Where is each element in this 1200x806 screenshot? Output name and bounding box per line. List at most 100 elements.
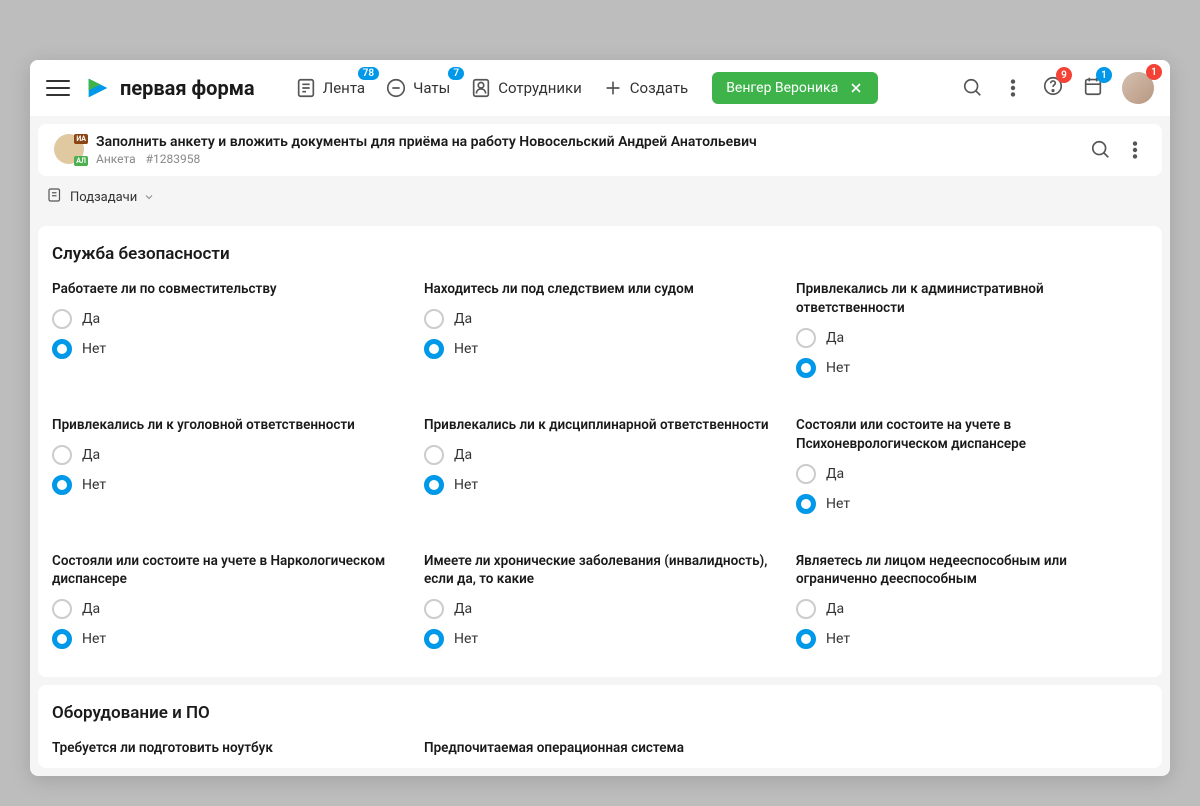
logo-text: первая форма	[120, 76, 255, 100]
questions-grid: Работаете ли по совместительству Да Нет …	[52, 280, 1148, 659]
subtasks-bar[interactable]: Подзадачи	[30, 176, 1170, 218]
nav-feed[interactable]: Лента 78	[295, 77, 365, 99]
radio-no-label: Нет	[454, 477, 478, 493]
radio-no[interactable]: Нет	[796, 629, 1148, 649]
radio-icon	[424, 309, 444, 329]
task-actions	[1090, 139, 1146, 161]
avatar-button[interactable]: 1	[1122, 72, 1154, 104]
logo-icon	[84, 74, 112, 102]
radio-yes[interactable]: Да	[52, 445, 404, 465]
question: Состояли или состоите на учете в Нарколо…	[52, 552, 404, 660]
nav-chats[interactable]: Чаты 7	[385, 77, 450, 99]
radio-no-label: Нет	[826, 496, 850, 512]
nav-create[interactable]: Создать	[602, 77, 688, 99]
nav-employees-label: Сотрудники	[498, 79, 582, 97]
radio-no-label: Нет	[82, 341, 106, 357]
question: Привлекались ли к дисциплинарной ответст…	[424, 416, 776, 524]
radio-yes[interactable]: Да	[796, 599, 1148, 619]
nav-chats-label: Чаты	[413, 79, 450, 97]
radio-icon	[52, 599, 72, 619]
radio-icon	[424, 445, 444, 465]
radio-yes-label: Да	[454, 601, 472, 617]
radio-icon	[52, 309, 72, 329]
search-icon[interactable]	[1090, 139, 1112, 161]
radio-yes-label: Да	[82, 447, 100, 463]
question: Предпочитаемая операционная система	[424, 739, 776, 768]
question: Имеете ли хронические заболевания (инвал…	[424, 552, 776, 660]
question-label: Требуется ли подготовить ноутбук	[52, 739, 404, 758]
radio-yes[interactable]: Да	[796, 464, 1148, 484]
more-icon[interactable]	[1124, 139, 1146, 161]
radio-no[interactable]: Нет	[796, 358, 1148, 378]
close-icon[interactable]	[848, 80, 864, 96]
questions-grid-2: Требуется ли подготовить ноутбук Предпочи…	[52, 739, 1148, 768]
nav-create-label: Создать	[630, 79, 688, 97]
subtasks-icon	[46, 186, 64, 204]
question-label: Предпочитаемая операционная система	[424, 739, 776, 758]
question: Состояли или состоите на учете в Психоне…	[796, 416, 1148, 524]
section-equipment-title: Оборудование и ПО	[52, 703, 1148, 723]
task-header: ИА АЛ Заполнить анкету и вложить докумен…	[38, 124, 1162, 176]
radio-icon	[52, 475, 72, 495]
radio-yes-label: Да	[82, 311, 100, 327]
task-avatars: ИА АЛ	[54, 134, 86, 166]
radio-no[interactable]: Нет	[52, 475, 404, 495]
radio-yes[interactable]: Да	[424, 599, 776, 619]
calendar-badge: 1	[1096, 67, 1112, 83]
question: Привлекались ли к административной ответ…	[796, 280, 1148, 388]
radio-no-label: Нет	[82, 631, 106, 647]
app-window: первая форма Лента 78 Чаты 7 Сотрудники …	[30, 60, 1170, 776]
question: Привлекались ли к уголовной ответственно…	[52, 416, 404, 524]
nav-feed-label: Лента	[323, 79, 365, 97]
search-icon[interactable]	[962, 77, 984, 99]
radio-no-label: Нет	[826, 631, 850, 647]
user-chip[interactable]: Венгер Вероника	[712, 72, 878, 104]
logo[interactable]: первая форма	[84, 74, 255, 102]
question-label: Состояли или состоите на учете в Нарколо…	[52, 552, 404, 590]
radio-icon	[52, 629, 72, 649]
radio-yes[interactable]: Да	[52, 309, 404, 329]
radio-no[interactable]: Нет	[52, 339, 404, 359]
nav: Лента 78 Чаты 7 Сотрудники Создать	[295, 77, 689, 99]
radio-no[interactable]: Нет	[424, 475, 776, 495]
document-icon	[295, 77, 317, 99]
plus-icon	[602, 77, 624, 99]
help-badge: 9	[1056, 67, 1072, 83]
menu-button[interactable]	[46, 76, 70, 100]
radio-yes[interactable]: Да	[424, 445, 776, 465]
radio-no[interactable]: Нет	[424, 629, 776, 649]
task-tag-1: ИА	[74, 134, 88, 144]
radio-yes[interactable]: Да	[796, 328, 1148, 348]
subtasks-icon-wrap	[46, 186, 64, 208]
question-label: Находитесь ли под следствием или судом	[424, 280, 776, 299]
radio-icon	[796, 328, 816, 348]
radio-no[interactable]: Нет	[52, 629, 404, 649]
radio-icon	[424, 599, 444, 619]
radio-yes[interactable]: Да	[52, 599, 404, 619]
chevron-down-icon	[143, 191, 155, 203]
radio-icon	[52, 445, 72, 465]
main-header: первая форма Лента 78 Чаты 7 Сотрудники …	[30, 60, 1170, 116]
task-title: Заполнить анкету и вложить документы для…	[96, 134, 1080, 150]
radio-no[interactable]: Нет	[796, 494, 1148, 514]
radio-no[interactable]: Нет	[424, 339, 776, 359]
radio-yes-label: Да	[454, 447, 472, 463]
radio-yes[interactable]: Да	[424, 309, 776, 329]
radio-icon	[424, 629, 444, 649]
question-label: Состояли или состоите на учете в Психоне…	[796, 416, 1148, 454]
chat-icon	[385, 77, 407, 99]
radio-icon	[796, 599, 816, 619]
more-icon[interactable]	[1002, 77, 1024, 99]
radio-yes-label: Да	[82, 601, 100, 617]
help-button[interactable]: 9	[1042, 75, 1064, 101]
task-id: #1283958	[146, 152, 201, 166]
header-right: 9 1 1	[962, 72, 1154, 104]
calendar-button[interactable]: 1	[1082, 75, 1104, 101]
radio-yes-label: Да	[826, 601, 844, 617]
radio-icon	[796, 629, 816, 649]
nav-employees[interactable]: Сотрудники	[470, 77, 582, 99]
radio-icon	[796, 494, 816, 514]
task-meta: Анкета #1283958	[96, 152, 1080, 166]
radio-icon	[52, 339, 72, 359]
nav-chats-badge: 7	[448, 67, 464, 80]
